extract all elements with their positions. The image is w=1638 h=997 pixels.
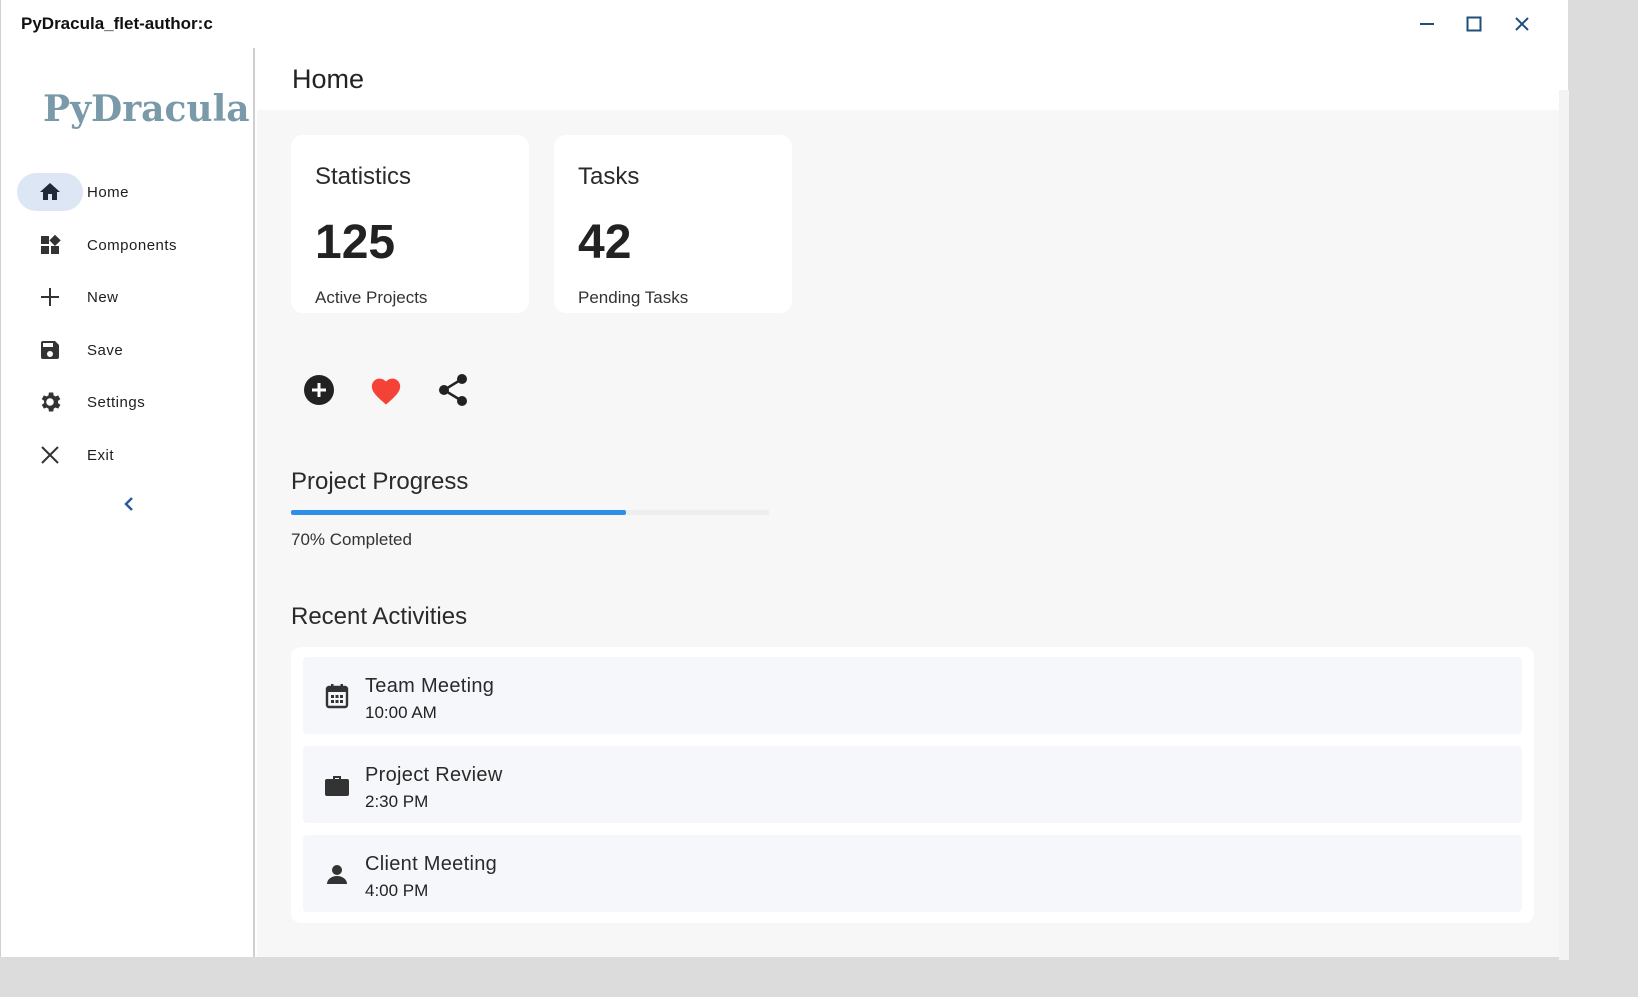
page-title: Home	[292, 64, 365, 94]
app-window: PyDracula_flet-author:c PyDracula Home C…	[0, 0, 1569, 960]
activities-title: Recent Activities	[291, 603, 468, 630]
maximize-icon	[1466, 16, 1482, 32]
sidebar-item-label: New	[87, 288, 119, 306]
card-value: 125	[315, 216, 396, 269]
heart-icon	[371, 378, 401, 405]
share-icon	[439, 374, 467, 406]
progress-title: Project Progress	[291, 468, 469, 495]
favorite-button[interactable]	[366, 370, 406, 410]
briefcase-icon	[323, 771, 351, 799]
sidebar-item-home[interactable]: Home	[17, 172, 237, 212]
plus-icon	[17, 278, 83, 316]
window-title: PyDracula_flet-author:c	[21, 14, 213, 33]
activity-time: 2:30 PM	[365, 792, 429, 811]
activity-title: Project Review	[365, 764, 503, 786]
tasks-card: Tasks 42 Pending Tasks	[554, 135, 792, 313]
title-bar: PyDracula_flet-author:c	[1, 0, 1568, 48]
card-value: 42	[578, 216, 632, 269]
main-content: Home Statistics 125 Active Projects Task…	[257, 48, 1559, 957]
collapse-sidebar-button[interactable]	[117, 492, 141, 516]
sidebar-item-label: Home	[87, 183, 130, 201]
activity-time: 10:00 AM	[365, 703, 437, 722]
statistics-card: Statistics 125 Active Projects	[291, 135, 529, 313]
app-logo: PyDracula	[43, 88, 250, 130]
close-icon	[1515, 17, 1529, 31]
progress-fill	[291, 510, 626, 515]
sidebar-item-label: Components	[87, 236, 178, 254]
minimize-button[interactable]	[1413, 10, 1441, 38]
dashboard-icon	[17, 226, 83, 264]
add-button[interactable]	[299, 370, 339, 410]
activity-title: Team Meeting	[365, 675, 495, 697]
share-button[interactable]	[433, 370, 473, 410]
home-icon	[17, 173, 83, 211]
card-subtitle: Pending Tasks	[578, 288, 689, 307]
activity-time: 4:00 PM	[365, 881, 429, 900]
sidebar-item-label: Exit	[87, 446, 115, 464]
close-window-button[interactable]	[1508, 10, 1536, 38]
sidebar-item-settings[interactable]: Settings	[17, 382, 237, 422]
save-icon	[17, 331, 83, 369]
activities-list: Team Meeting 10:00 AM Project Review 2:3…	[291, 647, 1534, 923]
sidebar-item-components[interactable]: Components	[17, 225, 237, 265]
add-circle-icon	[304, 375, 334, 405]
card-title: Tasks	[578, 163, 640, 190]
main-header: Home	[257, 48, 1559, 110]
maximize-button[interactable]	[1460, 10, 1488, 38]
sidebar-item-new[interactable]: New	[17, 277, 237, 317]
close-icon	[17, 436, 83, 474]
gear-icon	[17, 383, 83, 421]
sidebar-item-label: Save	[87, 341, 124, 359]
sidebar-item-save[interactable]: Save	[17, 330, 237, 370]
calendar-icon	[323, 682, 351, 710]
window-edge	[1559, 90, 1569, 960]
list-item[interactable]: Project Review 2:30 PM	[303, 746, 1522, 823]
list-item[interactable]: Client Meeting 4:00 PM	[303, 835, 1522, 912]
progress-bar	[291, 510, 769, 515]
person-icon	[323, 860, 351, 888]
progress-label: 70% Completed	[291, 530, 412, 549]
card-title: Statistics	[315, 163, 412, 190]
sidebar: PyDracula Home Components New Save Setti…	[1, 48, 255, 957]
sidebar-item-exit[interactable]: Exit	[17, 435, 237, 475]
list-item[interactable]: Team Meeting 10:00 AM	[303, 657, 1522, 734]
sidebar-item-label: Settings	[87, 393, 146, 411]
minimize-icon	[1420, 23, 1434, 25]
activity-title: Client Meeting	[365, 853, 498, 875]
card-subtitle: Active Projects	[315, 288, 428, 307]
chevron-left-icon	[124, 497, 133, 511]
